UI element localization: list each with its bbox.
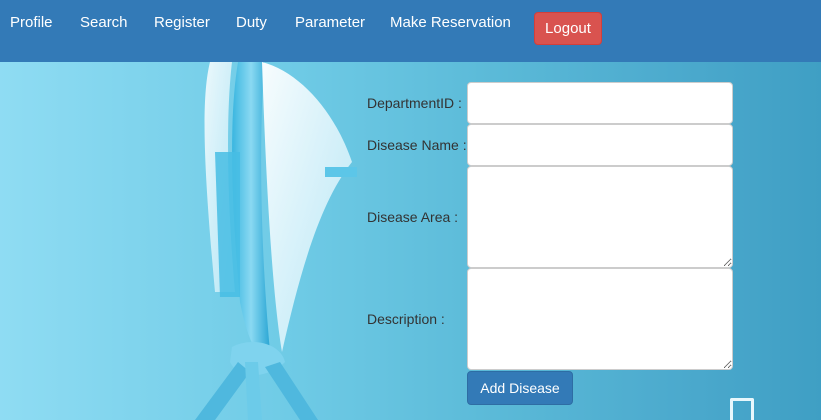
nav-search-link[interactable]: Search [80, 14, 128, 31]
add-disease-button[interactable]: Add Disease [467, 371, 573, 405]
disease-area-textarea[interactable] [467, 166, 733, 268]
disease-area-label: Disease Area : [367, 209, 459, 225]
logout-button[interactable]: Logout [534, 12, 602, 45]
corner-glyph-icon [730, 398, 754, 420]
disease-name-label: Disease Name : [367, 137, 467, 153]
description-textarea[interactable] [467, 268, 733, 370]
department-id-input[interactable] [467, 82, 733, 124]
nav-duty-link[interactable]: Duty [236, 14, 267, 31]
nav-register-link[interactable]: Register [154, 14, 210, 31]
top-navbar: Profile Search Register Duty Parameter M… [0, 0, 821, 62]
disease-name-input[interactable] [467, 124, 733, 166]
department-id-label: DepartmentID : [367, 95, 462, 111]
nav-make-reservation-link[interactable]: Make Reservation [390, 14, 511, 31]
nav-profile-link[interactable]: Profile [10, 14, 53, 31]
nav-parameter-link[interactable]: Parameter [295, 14, 365, 31]
description-label: Description : [367, 311, 445, 327]
